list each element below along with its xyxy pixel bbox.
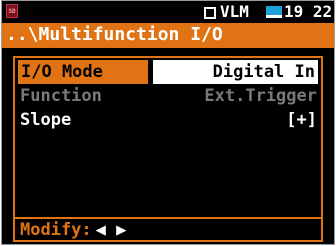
modify-hint: Modify: ◀ ▶ bbox=[20, 219, 126, 241]
row-function: Function Ext.Trigger bbox=[15, 84, 321, 108]
function-label: Function bbox=[20, 86, 102, 106]
io-mode-value[interactable]: Digital In bbox=[153, 60, 318, 84]
row-slope[interactable]: Slope [+] bbox=[15, 108, 321, 132]
page-title: ..\Multifunction I/O bbox=[6, 24, 223, 45]
modify-label: Modify: bbox=[20, 220, 92, 240]
slope-label: Slope bbox=[20, 110, 72, 130]
title-bar: ..\Multifunction I/O bbox=[2, 23, 334, 48]
device-screen: SD VLM 19 22 ..\Multifunction I/O I/O Mo… bbox=[1, 0, 335, 245]
battery-icon bbox=[266, 6, 282, 18]
io-mode-label: I/O Mode bbox=[18, 60, 148, 84]
row-io-mode[interactable]: I/O Mode Digital In bbox=[15, 60, 321, 84]
function-value: Ext.Trigger bbox=[204, 86, 317, 106]
status-bar: SD VLM 19 22 bbox=[2, 1, 334, 23]
settings-panel: I/O Mode Digital In Function Ext.Trigger… bbox=[13, 56, 323, 242]
sd-card-icon: SD bbox=[6, 4, 18, 18]
clock: 19 22 bbox=[284, 2, 333, 21]
measurement-mode-icon bbox=[204, 7, 216, 19]
slope-value[interactable]: [+] bbox=[286, 108, 317, 132]
left-right-arrows-icon: ◀ ▶ bbox=[95, 220, 127, 240]
mode-label: VLM bbox=[220, 2, 249, 21]
